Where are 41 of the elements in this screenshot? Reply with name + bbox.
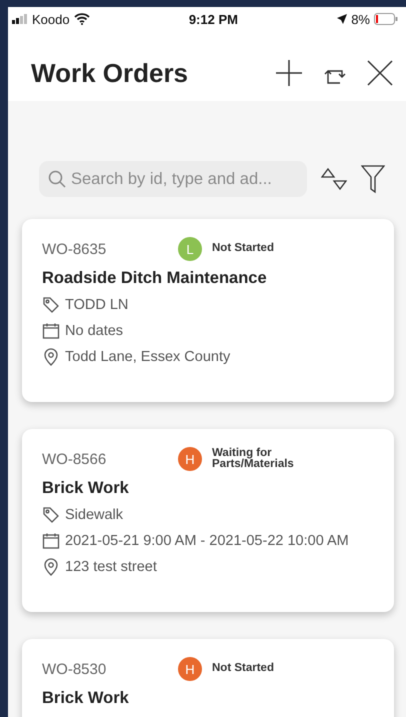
page-title: Work Orders	[31, 58, 188, 88]
detail-text: Sidewalk	[65, 507, 124, 523]
detail-text: Todd Lane, Essex County	[65, 349, 230, 365]
close-button[interactable]	[366, 59, 394, 87]
work-order-card[interactable]: WO-8566 H Waiting for Parts/Materials Brick Work Sidewalk 2021-05-21 9:00 AM - 2021-05-22 10:00 AM 123 test street	[22, 429, 394, 612]
search-field[interactable]: Search by id, type and ad...	[39, 161, 307, 197]
work-order-card[interactable]: WO-8530 H Not Started Brick Work	[22, 639, 394, 717]
work-order-card[interactable]: WO-8635 L Not Started Roadside Ditch Maintenance TODD LN No dates Todd Lane, Essex County	[22, 219, 394, 402]
search-icon	[48, 170, 66, 188]
priority-badge: H	[178, 447, 202, 471]
calendar-icon	[42, 322, 60, 340]
wifi-icon	[74, 13, 90, 25]
work-order-title: Brick Work	[42, 479, 130, 498]
add-button[interactable]	[274, 58, 304, 88]
battery-icon	[374, 13, 398, 25]
tag-icon	[42, 296, 60, 314]
work-order-id: WO-8635	[42, 240, 108, 258]
filter-button[interactable]	[361, 164, 385, 194]
work-order-title: Roadside Ditch Maintenance	[42, 269, 268, 288]
priority-badge: H	[178, 657, 202, 681]
status-label: Not Started	[212, 663, 275, 675]
work-order-title: Brick Work	[42, 689, 130, 708]
detail-text: 123 test street	[65, 559, 157, 575]
location-arrow-icon	[337, 14, 348, 24]
battery-percent: 8%	[351, 12, 370, 26]
detail-text: 2021-05-21 9:00 AM - 2021-05-22 10:00 AM	[65, 533, 349, 549]
location-pin-icon	[42, 558, 60, 576]
clock-time: 9:12 PM	[188, 12, 238, 26]
status-label: Waiting for Parts/Materials	[212, 448, 295, 470]
priority-badge: L	[178, 237, 202, 261]
work-order-id: WO-8530	[42, 660, 108, 678]
location-pin-icon	[42, 348, 60, 366]
tag-icon	[42, 506, 60, 524]
detail-text: TODD LN	[65, 297, 128, 313]
carrier-name: Koodo	[32, 12, 70, 26]
work-order-id: WO-8566	[42, 450, 108, 468]
calendar-icon	[42, 532, 60, 550]
detail-text: No dates	[65, 323, 124, 339]
status-label: Not Started	[212, 243, 275, 255]
signal-icon	[12, 14, 28, 24]
sort-button[interactable]	[321, 166, 347, 192]
